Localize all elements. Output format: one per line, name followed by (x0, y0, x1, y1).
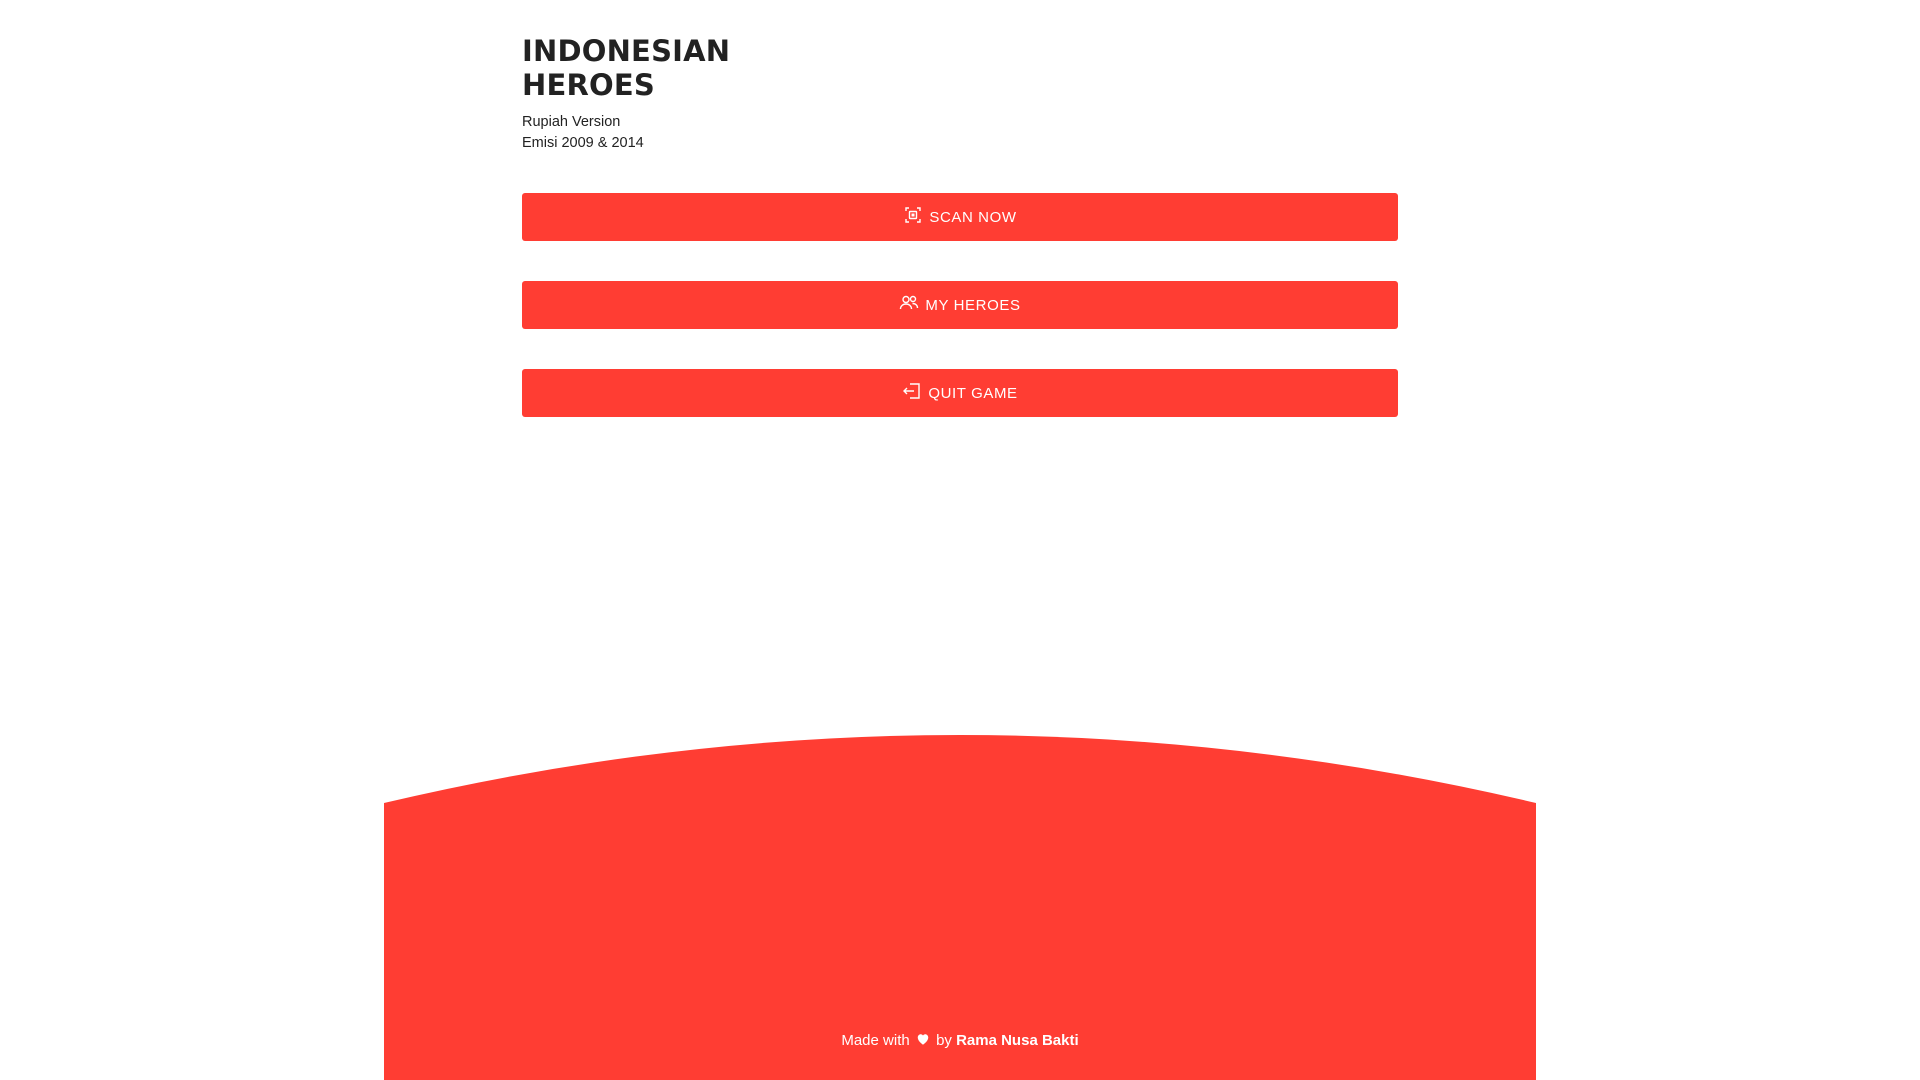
main-content: INDONESIAN HEROES Rupiah Version Emisi 2… (522, 34, 1398, 417)
author-name: Rama Nusa Bakti (956, 1032, 1079, 1049)
subtitle: Rupiah Version Emisi 2009 & 2014 (522, 112, 1398, 154)
footer-wave (384, 735, 1536, 1080)
quit-game-button[interactable]: QUIT GAME (522, 369, 1398, 417)
page-title: INDONESIAN HEROES (522, 34, 1398, 102)
scan-now-label: SCAN NOW (929, 208, 1017, 226)
quit-game-label: QUIT GAME (928, 384, 1018, 402)
my-heroes-button[interactable]: MY HEROES (522, 281, 1398, 329)
version-label: Rupiah Version (522, 114, 621, 130)
app-container: INDONESIAN HEROES Rupiah Version Emisi 2… (384, 0, 1536, 1080)
scan-icon (903, 205, 923, 225)
made-with-text: Made with (841, 1032, 910, 1049)
title-line-2: HEROES (522, 68, 655, 102)
exit-icon (902, 381, 922, 401)
heart-icon (916, 1032, 930, 1046)
by-text: by (936, 1032, 952, 1049)
users-icon (899, 293, 919, 313)
credit-line: Made with by Rama Nusa Bakti (384, 1032, 1536, 1049)
footer: Made with by Rama Nusa Bakti (384, 735, 1536, 1080)
scan-now-button[interactable]: SCAN NOW (522, 193, 1398, 241)
my-heroes-label: MY HEROES (925, 296, 1021, 314)
title-line-1: INDONESIAN (522, 34, 731, 68)
emission-label: Emisi 2009 & 2014 (522, 135, 644, 151)
